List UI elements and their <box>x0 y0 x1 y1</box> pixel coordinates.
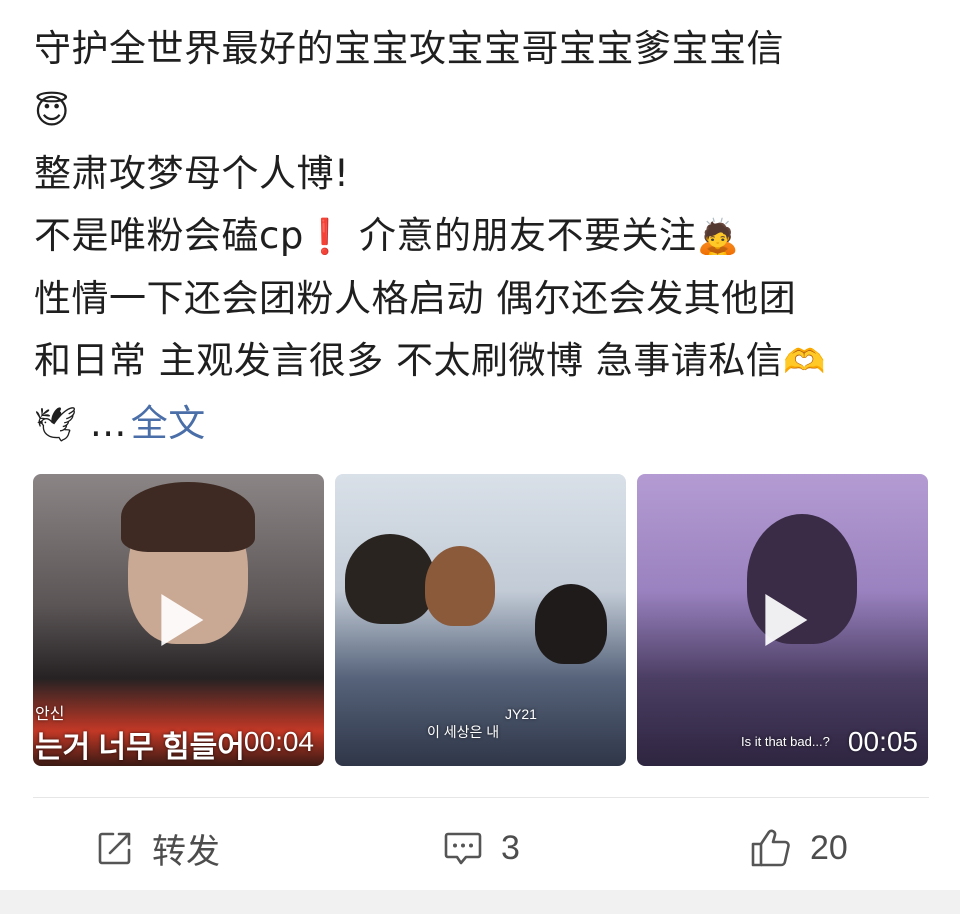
heart-hands-emoji-icon: 🫶 <box>783 342 827 382</box>
video-overlay-caption: 는거 너무 힘들어 <box>35 731 245 764</box>
post-line-7: 🕊 ... 全文 <box>34 402 206 445</box>
person-head <box>425 546 495 626</box>
like-button[interactable]: 20 <box>750 820 848 876</box>
play-icon[interactable] <box>160 594 203 646</box>
divider <box>33 797 929 798</box>
video-overlay-label: 안신 <box>35 706 65 723</box>
person-head <box>345 534 435 624</box>
thumbs-up-icon <box>751 829 790 867</box>
post-line-6: 和日常 主观发言很多 不太刷微博 急事请私信🫶 <box>34 339 827 382</box>
video-duration: 00:05 <box>847 726 918 757</box>
video-overlay-caption: 이 세상은 내 <box>427 724 500 740</box>
repost-icon <box>98 832 131 865</box>
bow-emoji-icon: 🙇 <box>696 217 740 257</box>
like-count: 20 <box>810 828 848 867</box>
video-overlay-tag: JY21 <box>505 706 537 722</box>
repost-label: 转发 <box>152 832 220 871</box>
exclamation-emoji-icon: ❗ <box>303 217 347 257</box>
comment-count: 3 <box>501 828 520 867</box>
video-thumbnail-3[interactable]: Is it that bad...? 00:05 <box>637 474 928 766</box>
post-line-5: 性情一下还会团粉人格启动 偶尔还会发其他团 <box>34 277 797 320</box>
video-thumbnail-1[interactable]: 안신 는거 너무 힘들어 00:04 <box>33 474 324 766</box>
person-hair <box>121 482 255 552</box>
dove-emoji-icon: 🕊 <box>34 405 78 445</box>
post-line-1: 守护全世界最好的宝宝攻宝宝哥宝宝爹宝宝信 <box>34 27 784 70</box>
post-text: 守护全世界最好的宝宝攻宝宝哥宝宝爹宝宝信 😇 整肃攻梦母个人博! 不是唯粉会磕c… <box>34 18 929 456</box>
person-head <box>535 584 607 664</box>
video-overlay-caption: Is it that bad...? <box>741 734 830 749</box>
repost-button[interactable]: 转发 <box>96 820 220 876</box>
post-line-3: 整肃攻梦母个人博! <box>34 152 350 195</box>
halo-emoji-icon: 😇 <box>34 92 70 132</box>
video-thumbnail-2[interactable]: 이 세상은 내 JY21 <box>335 474 626 766</box>
bottom-separator <box>0 890 960 914</box>
video-duration: 00:04 <box>243 726 314 757</box>
play-icon[interactable] <box>764 594 807 646</box>
post-line-2: 😇 <box>34 80 929 143</box>
comment-icon <box>444 832 482 865</box>
media-row: 안신 는거 너무 힘들어 00:04 이 세상은 내 JY21 Is it th… <box>33 474 929 766</box>
post-line-4: 不是唯粉会磕cp❗ 介意的朋友不要关注🙇 <box>34 214 740 257</box>
comment-button[interactable]: 3 <box>443 820 520 876</box>
action-bar: 转发 3 20 <box>0 820 960 876</box>
full-text-link[interactable]: 全文 <box>131 402 206 445</box>
